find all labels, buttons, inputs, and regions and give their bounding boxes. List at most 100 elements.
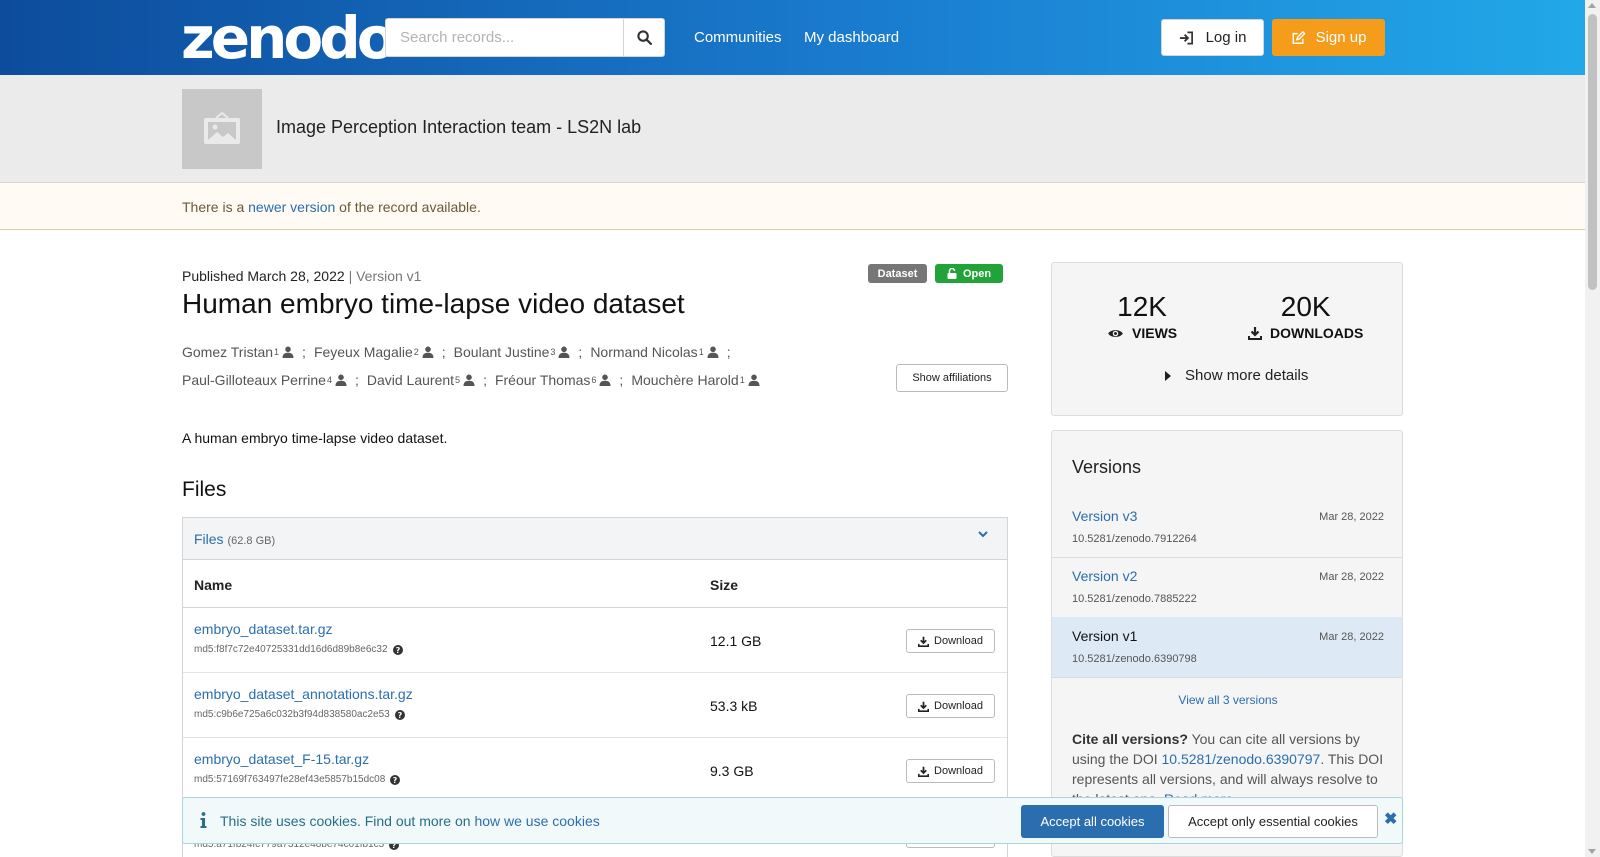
person-icon [282, 346, 294, 358]
version-doi: 10.5281/zenodo.7885222 [1072, 593, 1197, 605]
file-name-link[interactable]: embryo_dataset_F-15.tar.gz [194, 751, 369, 767]
md5-value: md5:57169f763497fe28ef43e5857b15dc08 [194, 774, 386, 785]
person-icon [422, 346, 434, 358]
stats-panel: 12K VIEWS 20K DOWNLOADS Show more detail… [1051, 262, 1403, 416]
download-label: Download [934, 635, 983, 647]
affiliation-number: 1 [698, 347, 704, 357]
show-more-label: Show more details [1185, 367, 1309, 384]
unlock-icon [947, 268, 957, 279]
version-doi: 10.5281/zenodo.7912264 [1072, 533, 1197, 545]
version-item[interactable]: Version v1 Mar 28, 2022 10.5281/zenodo.639… [1052, 617, 1402, 678]
person-icon [558, 346, 570, 358]
access-badge: Open [935, 264, 1003, 283]
version-item[interactable]: Version v2 Mar 28, 2022 10.5281/zenodo.788… [1052, 557, 1402, 618]
download-icon [918, 636, 930, 647]
svg-text:?: ? [395, 646, 400, 655]
column-name: Name [194, 577, 233, 593]
file-checksum: md5:c9b6e725a6c032b3f94d838580ac2e53? [194, 709, 405, 720]
help-icon[interactable]: ? [390, 774, 401, 785]
cite-question: Cite all versions? [1072, 731, 1188, 747]
author-name: Normand Nicolas [590, 343, 698, 360]
downloads-label: DOWNLOADS [1270, 325, 1364, 341]
help-icon[interactable]: ? [392, 644, 403, 655]
search-icon [636, 30, 652, 45]
author[interactable]: Fréour Thomas 6 [495, 366, 611, 394]
search-button[interactable] [623, 19, 664, 56]
record-title: Human embryo time-lapse video dataset [182, 288, 685, 319]
affiliation-number: 5 [455, 375, 461, 385]
zenodo-logo[interactable]: zenodo [181, 6, 397, 70]
chevron-down-icon[interactable] [977, 530, 989, 539]
show-affiliations-button[interactable]: Show affiliations [896, 364, 1008, 392]
file-name-link[interactable]: embryo_dataset.tar.gz [194, 621, 333, 637]
file-checksum: md5:57169f763497fe28ef43e5857b15dc08? [194, 774, 401, 785]
files-panel-label[interactable]: Files [194, 531, 224, 547]
info-icon [200, 812, 207, 828]
nav-communities[interactable]: Communities [694, 29, 782, 46]
scroll-down-arrow[interactable] [1588, 849, 1596, 854]
accept-essential-cookies-button[interactable]: Accept only essential cookies [1168, 805, 1378, 838]
signup-label: Sign up [1315, 29, 1367, 46]
affiliation-number: 4 [326, 375, 332, 385]
show-more-details-toggle[interactable]: Show more details [1165, 367, 1308, 384]
view-all-versions-link[interactable]: View all 3 versions [1178, 693, 1277, 707]
page-scrollbar[interactable] [1585, 0, 1600, 857]
files-total-size: (62.8 GB) [227, 535, 276, 547]
author[interactable]: Boulant Justine 3 [454, 338, 571, 366]
versions-heading: Versions [1072, 457, 1142, 477]
file-name-link[interactable]: embryo_dataset_annotations.tar.gz [194, 686, 413, 702]
author[interactable]: Paul-Gilloteaux Perrine 4 [182, 366, 347, 394]
download-button[interactable]: Download [906, 629, 995, 653]
scroll-up-arrow[interactable] [1588, 3, 1596, 8]
author[interactable]: Mouchère Harold 1 [631, 366, 760, 394]
version-label: | Version v1 [348, 268, 422, 284]
views-count: 12K [1117, 291, 1167, 322]
file-size: 12.1 GB [710, 633, 762, 649]
svg-text:?: ? [393, 776, 398, 785]
newer-version-link[interactable]: newer version [248, 199, 335, 215]
person-icon [335, 374, 347, 386]
help-icon[interactable]: ? [394, 709, 405, 720]
affiliation-number: 1 [274, 347, 280, 357]
file-row: embryo_dataset_F-15.tar.gz md5:57169f7634… [183, 738, 1007, 803]
affiliation-number: 1 [739, 375, 745, 385]
affiliation-number: 6 [591, 375, 597, 385]
author-name: Fréour Thomas [494, 371, 591, 388]
signup-button[interactable]: Sign up [1272, 19, 1385, 56]
author-name: Boulant Justine [453, 343, 550, 360]
author[interactable]: Normand Nicolas 1 [590, 338, 719, 366]
person-icon [748, 374, 760, 386]
concept-doi-link[interactable]: 10.5281/zenodo.6390797 [1162, 751, 1321, 767]
download-button[interactable]: Download [906, 759, 995, 783]
version-doi: 10.5281/zenodo.6390798 [1072, 653, 1197, 665]
file-row: embryo_dataset_annotations.tar.gz md5:c9b… [183, 673, 1007, 738]
files-accordion-header[interactable]: Files (62.8 GB) [183, 518, 1007, 560]
close-icon[interactable]: ✖ [1384, 809, 1397, 829]
version-label[interactable]: Version v2 [1072, 568, 1137, 584]
version-item[interactable]: Version v3 Mar 28, 2022 10.5281/zenodo.791… [1052, 497, 1402, 558]
cookie-policy-link[interactable]: how we use cookies [474, 813, 599, 829]
nav-my-dashboard[interactable]: My dashboard [804, 29, 899, 46]
resource-type-badge: Dataset [868, 264, 927, 283]
author[interactable]: David Laurent 5 [367, 366, 475, 394]
author-name: Mouchère Harold [631, 371, 739, 388]
version-date: Mar 28, 2022 [1319, 631, 1384, 643]
community-title[interactable]: Image Perception Interaction team - LS2N… [276, 117, 641, 138]
accept-all-cookies-button[interactable]: Accept all cookies [1021, 805, 1164, 838]
file-checksum: md5:f8f7c72e40725331dd16d6d89b8e6c32? [194, 644, 403, 655]
login-button[interactable]: Log in [1161, 19, 1264, 56]
author[interactable]: Gomez Tristan 1 [182, 338, 294, 366]
community-logo[interactable] [182, 89, 262, 169]
person-icon [707, 346, 719, 358]
affiliation-number: 3 [550, 347, 556, 357]
person-icon [599, 374, 611, 386]
login-label: Log in [1205, 29, 1247, 46]
edit-icon [1292, 30, 1306, 44]
download-icon [918, 701, 930, 712]
scrollbar-thumb[interactable] [1588, 14, 1597, 290]
author[interactable]: Feyeux Magalie 2 [314, 338, 434, 366]
version-label[interactable]: Version v3 [1072, 508, 1137, 524]
download-button[interactable]: Download [906, 694, 995, 718]
version-date: Mar 28, 2022 [1319, 571, 1384, 583]
search-input[interactable] [386, 19, 625, 56]
